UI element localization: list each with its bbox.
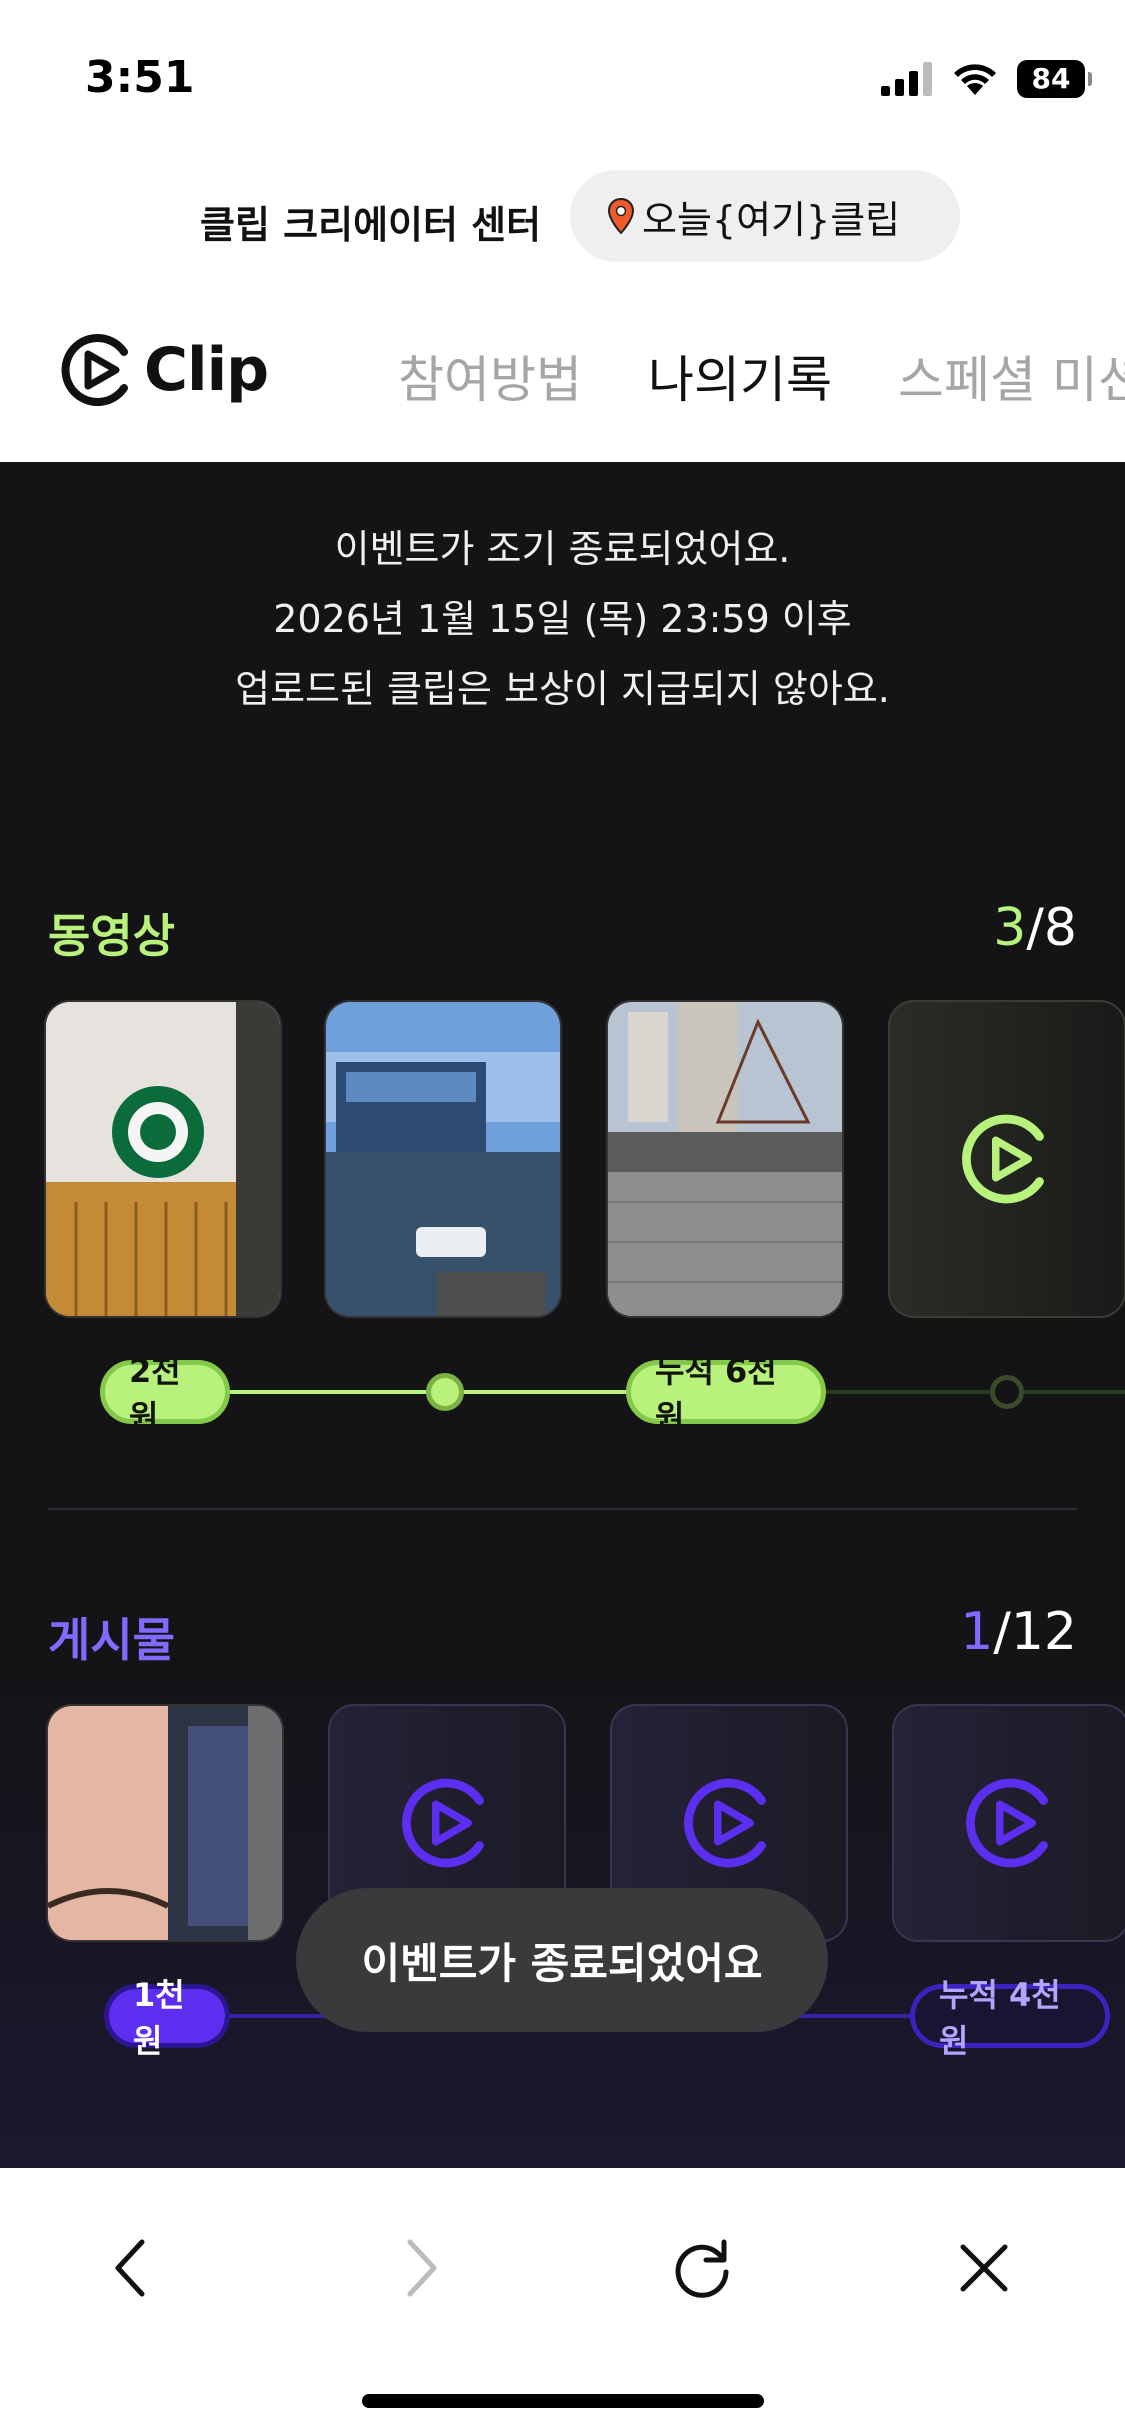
home-indicator: [362, 2394, 764, 2408]
notice-line-1: 이벤트가 조기 종료되었어요.: [334, 527, 791, 571]
early-end-notice: 이벤트가 조기 종료되었어요. 2026년 1월 15일 (목) 23:59 이…: [0, 514, 1125, 724]
clip-placeholder-icon: [402, 1778, 484, 1868]
starbucks-photo: [46, 1002, 280, 1316]
post-count: 1/12: [960, 1602, 1077, 1662]
clip-logo[interactable]: Clip: [58, 330, 269, 410]
post-reward-first: 1천원: [104, 1976, 230, 2060]
clip-logo-text: Clip: [144, 335, 269, 405]
forward-button[interactable]: [372, 2218, 472, 2318]
video-count-done: 3: [993, 898, 1027, 958]
video-thumbnail-1[interactable]: [44, 1000, 282, 1318]
video-section-title: 동영상: [48, 909, 175, 963]
status-icons: 84: [881, 60, 1092, 98]
video-count: 3/8: [993, 898, 1077, 958]
top-nav: Clip 참여방법 나의기록 스페셜 미션: [0, 300, 1125, 460]
close-button[interactable]: [934, 2218, 1034, 2318]
today-clip-chip[interactable]: 오늘{여기}클립: [570, 170, 960, 262]
creator-center-link[interactable]: 클립 크리에이터 센터: [200, 194, 541, 249]
video-thumbnail-3[interactable]: [606, 1000, 844, 1318]
tab-my-records[interactable]: 나의기록: [648, 340, 832, 412]
today-clip-label: 오늘{여기}클립: [642, 197, 901, 242]
post-count-total: /12: [993, 1602, 1077, 1662]
signal-icon: [881, 62, 932, 96]
chevron-right-icon: [407, 2239, 437, 2297]
clip-placeholder-icon: [966, 1778, 1048, 1868]
section-divider: [48, 1508, 1077, 1510]
top-row: 클립 크리에이터 센터 오늘{여기}클립: [0, 170, 1125, 262]
status-time: 3:51: [85, 52, 195, 103]
tab-how-to-participate[interactable]: 참여방법: [398, 340, 582, 412]
chevron-left-icon: [115, 2239, 145, 2297]
back-button[interactable]: [80, 2218, 180, 2318]
video-progress-dot-pending: [990, 1375, 1024, 1409]
tab-special-mission[interactable]: 스페셜 미션: [898, 340, 1125, 412]
video-slot-empty[interactable]: [888, 1000, 1125, 1318]
video-thumbnail-2[interactable]: [324, 1000, 562, 1318]
location-pin-icon: [608, 198, 634, 234]
reload-button[interactable]: [652, 2218, 752, 2318]
video-progress-dot: [426, 1373, 464, 1411]
wifi-icon: [954, 64, 996, 95]
status-bar: 3:51 84: [0, 0, 1125, 150]
clip-placeholder-icon: [962, 1114, 1044, 1204]
video-count-total: /8: [1026, 898, 1077, 958]
clip-placeholder-icon: [684, 1778, 766, 1868]
reload-icon: [675, 2239, 729, 2298]
notice-line-3: 업로드된 클립은 보상이 지급되지 않아요.: [235, 667, 890, 711]
post-section-title: 게시물: [48, 1613, 175, 1667]
video-reward-first: 2천원: [100, 1352, 230, 1436]
post-count-done: 1: [960, 1602, 994, 1662]
clip-logo-icon: [61, 334, 128, 406]
post-reward-cumulative: 누적 4천원: [910, 1976, 1110, 2060]
riverside-photo: [326, 1002, 560, 1316]
notice-line-2: 2026년 1월 15일 (목) 23:59 이후: [273, 597, 852, 641]
video-reward-cumulative: 누적 6천원: [626, 1352, 826, 1436]
close-icon: [960, 2244, 1008, 2292]
post-slot-empty-3[interactable]: [892, 1704, 1125, 1942]
battery-indicator: 84: [1017, 60, 1092, 98]
post-thumbnail-1[interactable]: [46, 1704, 284, 1942]
post-photo: [48, 1706, 282, 1940]
plaza-photo: [608, 1002, 842, 1316]
event-ended-toast: 이벤트가 종료되었어요: [296, 1888, 828, 2032]
